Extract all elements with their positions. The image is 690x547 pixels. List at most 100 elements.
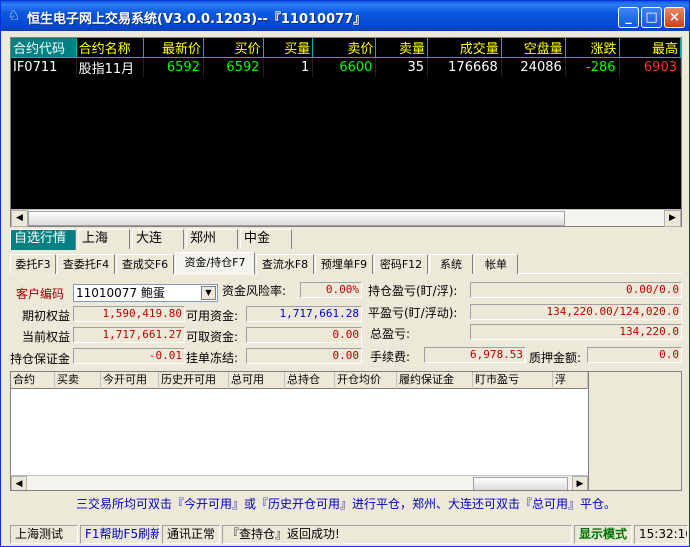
pos-col-direction[interactable]: 买卖 <box>55 372 101 389</box>
tab-query-trades[interactable]: 查成交F6 <box>116 254 174 274</box>
quote-ask-vol: 35 <box>375 57 428 77</box>
risk-label: 资金风险率: <box>222 284 287 298</box>
quote-bid-vol: 1 <box>263 57 314 77</box>
col-header-ask-vol[interactable]: 卖量 <box>375 38 428 58</box>
total-pnl-value: 134,220.0 <box>470 324 682 340</box>
col-header-open-int[interactable]: 空盘量 <box>501 38 566 58</box>
tab-shanghai[interactable]: 上海 <box>78 229 130 249</box>
positions-hscrollbar[interactable]: ◀ ▶ <box>11 475 588 490</box>
available-value: 1,717,661.28 <box>246 306 362 322</box>
quote-last: 6592 <box>143 57 204 77</box>
tab-watchlist[interactable]: 自选行情 <box>10 229 76 250</box>
current-equity-label: 当前权益 <box>22 330 71 344</box>
tab-query-orders[interactable]: 查委托F4 <box>57 254 115 274</box>
tab-dalian[interactable]: 大连 <box>132 229 184 249</box>
col-header-bid-vol[interactable]: 买量 <box>263 38 314 58</box>
close-button[interactable]: × <box>664 7 685 28</box>
frozen-label: 挂单冻结: <box>186 351 239 365</box>
pos-pnl-label: 持仓盈亏(盯/浮): <box>368 284 458 298</box>
scroll-left-icon[interactable]: ◀ <box>11 476 27 490</box>
pos-col-total-pos[interactable]: 总持仓 <box>285 372 335 389</box>
close-pnl-label: 平盈亏(盯/浮动): <box>368 306 458 320</box>
maximize-button[interactable]: □ <box>641 7 662 28</box>
col-header-bid[interactable]: 买价 <box>203 38 264 58</box>
title-bar[interactable]: ♘ 恒生电子网上交易系统(V3.0.0.1203)--『11010077』 _ … <box>1 1 689 31</box>
function-tabs: 委托F3 查委托F4 查成交F6 资金/持仓F7 查流水F8 预埋单F9 密码F… <box>10 252 682 275</box>
margin-label: 持仓保证金 <box>10 352 71 366</box>
col-header-high[interactable]: 最高 <box>619 38 681 58</box>
status-message: 『查持仓』返回成功! <box>222 525 572 544</box>
frozen-value: 0.00 <box>246 348 362 364</box>
status-time: 15:32:16 <box>634 525 688 544</box>
positions-header: 合约 买卖 今开可用 历史开可用 总可用 总持仓 开仓均价 履约保证金 盯市盈亏… <box>11 372 591 389</box>
opening-equity-value: 1,590,419.80 <box>73 306 185 322</box>
pos-col-total-avail[interactable]: 总可用 <box>229 372 285 389</box>
pledge-label: 质押金额: <box>529 351 582 365</box>
client-code-value: 11010077 鲍蛋 <box>76 286 165 300</box>
scroll-right-icon[interactable]: ▶ <box>572 476 588 490</box>
quote-bid: 6592 <box>203 57 264 77</box>
quote-name: 股指11月 <box>76 57 144 77</box>
total-pnl-label: 总盈亏: <box>370 327 411 341</box>
tab-statement[interactable]: 帐单 <box>474 254 518 274</box>
main-window: ♘ 恒生电子网上交易系统(V3.0.0.1203)--『11010077』 _ … <box>0 0 690 547</box>
app-icon: ♘ <box>7 8 21 24</box>
status-mode[interactable]: 显示模式 <box>574 525 632 544</box>
pos-pnl-value: 0.00/0.0 <box>470 282 682 298</box>
quote-header-row: 合约代码 合约名称 最新价 买价 买量 卖价 卖量 成交量 空盘量 涨跌 最高 <box>11 38 681 58</box>
pos-col-margin[interactable]: 履约保证金 <box>397 372 473 389</box>
scroll-left-icon[interactable]: ◀ <box>11 210 28 227</box>
risk-value: 0.00% <box>300 282 362 298</box>
scroll-right-icon[interactable]: ▶ <box>664 210 681 227</box>
quote-volume: 176668 <box>427 57 502 77</box>
scroll-thumb[interactable] <box>28 211 565 226</box>
current-equity-value: 1,717,661.27 <box>73 327 185 343</box>
status-bar: 上海测试 F1帮助F5刷新 通讯正常 『查持仓』返回成功! 显示模式 15:32… <box>1 523 689 547</box>
quote-code: IF0711 <box>11 57 77 77</box>
opening-equity-label: 期初权益 <box>22 309 71 323</box>
pos-col-float[interactable]: 浮 <box>553 372 588 389</box>
col-header-name[interactable]: 合约名称 <box>76 38 144 58</box>
client-code-label: 客户编码 <box>16 287 65 301</box>
tab-funds-positions[interactable]: 资金/持仓F7 <box>175 252 255 275</box>
scroll-thumb[interactable] <box>473 477 568 490</box>
quote-row[interactable]: IF0711 股指11月 6592 6592 1 6600 35 176668 … <box>11 57 681 77</box>
available-label: 可用资金: <box>186 309 239 323</box>
close-pnl-value: 134,220.00/124,020.0 <box>470 304 682 320</box>
pos-col-mtm-pnl[interactable]: 盯市盈亏 <box>473 372 553 389</box>
col-header-code[interactable]: 合约代码 <box>11 38 77 58</box>
pos-col-avg-price[interactable]: 开仓均价 <box>335 372 397 389</box>
quote-hscrollbar[interactable]: ◀ ▶ <box>11 209 681 227</box>
col-header-change[interactable]: 涨跌 <box>565 38 620 58</box>
tab-cffex[interactable]: 中金 <box>240 229 292 249</box>
tab-password[interactable]: 密码F12 <box>374 254 428 274</box>
pledge-value: 0.0 <box>587 347 682 363</box>
quote-high: 6903 <box>619 57 681 77</box>
minimize-button[interactable]: _ <box>618 7 639 28</box>
tab-zhengzhou[interactable]: 郑州 <box>186 229 238 249</box>
withdrawable-label: 可取资金: <box>186 330 239 344</box>
col-header-ask[interactable]: 卖价 <box>312 38 377 58</box>
pos-col-today-avail[interactable]: 今开可用 <box>101 372 159 389</box>
account-panel: 客户编码 11010077 鲍蛋 ▼ 资金风险率: 0.00% 持仓盈亏(盯/浮… <box>10 275 682 370</box>
positions-table[interactable]: 合约 买卖 今开可用 历史开可用 总可用 总持仓 开仓均价 履约保证金 盯市盈亏… <box>10 371 682 491</box>
quote-open-int: 24086 <box>501 57 566 77</box>
col-header-last[interactable]: 最新价 <box>143 38 204 58</box>
withdrawable-value: 0.00 <box>246 327 362 343</box>
tab-order[interactable]: 委托F3 <box>10 254 56 274</box>
tab-preset-orders[interactable]: 预埋单F9 <box>315 254 373 274</box>
tab-system[interactable]: 系统 <box>429 254 473 274</box>
quote-grid[interactable]: 合约代码 合约名称 最新价 买价 买量 卖价 卖量 成交量 空盘量 涨跌 最高 … <box>10 37 682 227</box>
col-header-volume[interactable]: 成交量 <box>427 38 502 58</box>
quote-change: -286 <box>565 57 620 77</box>
tab-query-flow[interactable]: 查流水F8 <box>256 254 314 274</box>
positions-side-pane <box>588 372 681 490</box>
status-server: 上海测试 <box>10 525 78 544</box>
margin-value: -0.01 <box>73 348 185 364</box>
fee-label: 手续费: <box>370 350 411 364</box>
client-code-select[interactable]: 11010077 鲍蛋 ▼ <box>73 284 218 302</box>
chevron-down-icon[interactable]: ▼ <box>201 286 216 300</box>
quote-ask: 6600 <box>312 57 377 77</box>
pos-col-contract[interactable]: 合约 <box>11 372 55 389</box>
pos-col-hist-avail[interactable]: 历史开可用 <box>159 372 229 389</box>
